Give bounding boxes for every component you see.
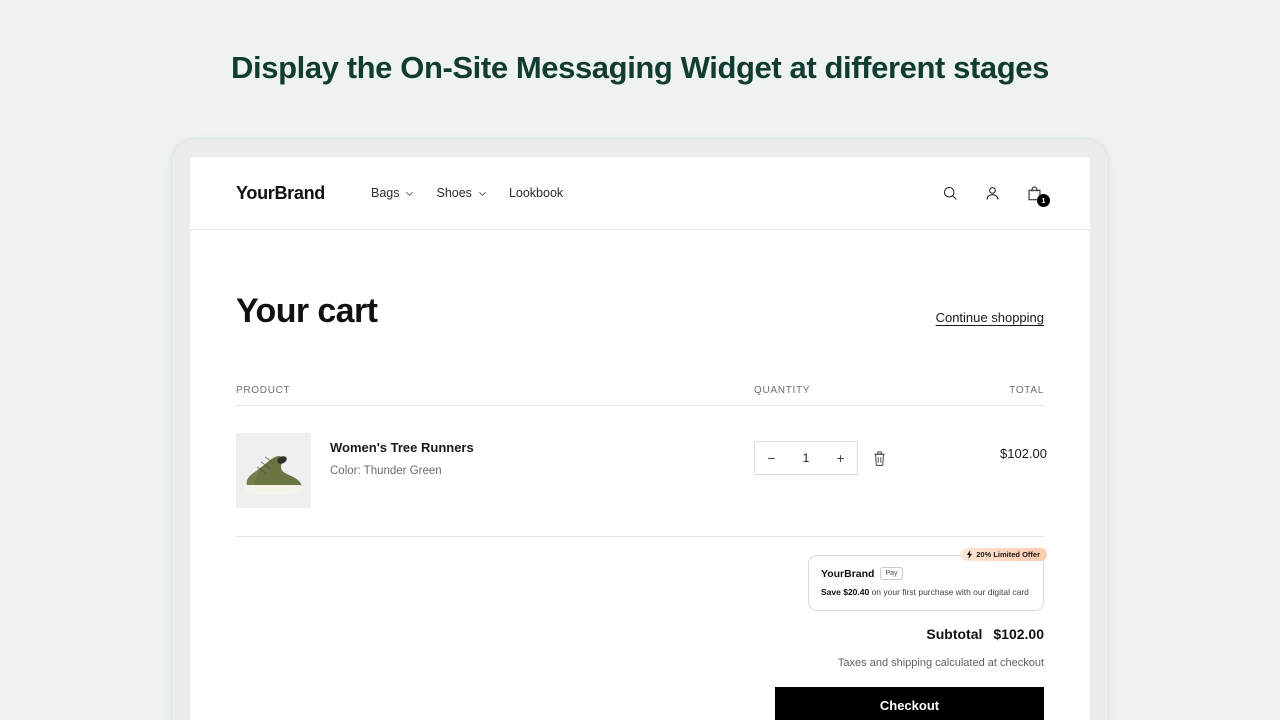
nav-item-label: Shoes [436, 186, 472, 200]
quantity-stepper: − 1 + [754, 441, 858, 475]
limited-offer-badge-label: 20% Limited Offer [976, 550, 1040, 559]
limited-offer-badge: 20% Limited Offer [961, 548, 1047, 561]
chevron-down-icon [405, 189, 414, 198]
site-header: YourBrand Bags Shoes Lookbook 1 [190, 157, 1090, 230]
line-item-total: $102.00 [1000, 446, 1047, 461]
osm-brand-name: YourBrand [821, 567, 875, 580]
shopping-bag-icon[interactable]: 1 [1024, 183, 1050, 207]
column-header-total: TOTAL [1009, 385, 1044, 396]
osm-brand-row: YourBrand Pay [821, 567, 1031, 581]
subtotal-value: $102.00 [993, 626, 1044, 643]
chevron-down-icon [478, 189, 487, 198]
trash-icon[interactable] [872, 450, 887, 467]
device-frame: YourBrand Bags Shoes Lookbook 1 Your car… [172, 139, 1108, 720]
nav-item-label: Bags [370, 186, 400, 200]
lightning-bolt-icon [966, 550, 973, 559]
nav-item-bags[interactable]: Bags [371, 186, 415, 200]
cart-title: Your cart [236, 292, 378, 330]
column-header-product: PRODUCT [236, 385, 291, 396]
product-variant: Color: Thunder Green [330, 465, 442, 477]
quantity-decrease-button[interactable]: − [755, 442, 788, 474]
quantity-increase-button[interactable]: + [824, 442, 857, 474]
subtotal-row: Subtotal $102.00 [926, 626, 1044, 642]
column-header-quantity: QUANTITY [754, 385, 811, 396]
product-info: Women's Tree Runners Color: Thunder Gree… [330, 433, 474, 508]
cart-summary: 20% Limited Offer YourBrand Pay Save $20… [236, 537, 1047, 720]
nav-item-shoes[interactable]: Shoes [436, 186, 486, 200]
quantity-value[interactable]: 1 [788, 451, 824, 465]
tax-shipping-note: Taxes and shipping calculated at checkou… [837, 657, 1044, 670]
osm-message: Save $20.40 on your first purchase with … [821, 587, 1031, 598]
continue-shopping-link[interactable]: Continue shopping [936, 310, 1044, 325]
osm-message-highlight: Save $20.40 [821, 587, 870, 598]
subtotal-label: Subtotal [926, 626, 983, 643]
nav-item-lookbook[interactable]: Lookbook [509, 186, 563, 200]
header-actions: 1 [940, 183, 1050, 207]
browser-screen: YourBrand Bags Shoes Lookbook 1 Your car… [190, 157, 1090, 720]
osm-pay-chip: Pay [880, 567, 903, 581]
cart-line-item: Women's Tree Runners Color: Thunder Gree… [236, 406, 1047, 537]
cart-page: Your cart Continue shopping PRODUCT QUAN… [190, 230, 1090, 720]
cart-count-badge: 1 [1037, 194, 1050, 207]
product-thumbnail[interactable] [236, 433, 311, 508]
page-title: Display the On-Site Messaging Widget at … [231, 50, 1049, 85]
store-logo[interactable]: YourBrand [236, 183, 325, 204]
osm-message-rest: on your first purchase with our digital … [869, 587, 1029, 598]
user-icon[interactable] [982, 183, 1002, 203]
checkout-button[interactable]: Checkout [775, 687, 1044, 720]
quantity-cell: − 1 + [754, 433, 1000, 475]
product-cell: Women's Tree Runners Color: Thunder Gree… [236, 433, 754, 508]
cart-table-header: PRODUCT QUANTITY TOTAL [236, 331, 1044, 406]
main-navigation: Bags Shoes Lookbook [371, 186, 563, 200]
slide-canvas: Display the On-Site Messaging Widget at … [0, 0, 1280, 720]
product-name[interactable]: Women's Tree Runners [330, 440, 474, 455]
search-icon[interactable] [940, 183, 960, 203]
on-site-messaging-widget[interactable]: 20% Limited Offer YourBrand Pay Save $20… [808, 548, 1047, 612]
cart-header: Your cart Continue shopping [236, 230, 1044, 331]
nav-item-label: Lookbook [508, 186, 564, 200]
